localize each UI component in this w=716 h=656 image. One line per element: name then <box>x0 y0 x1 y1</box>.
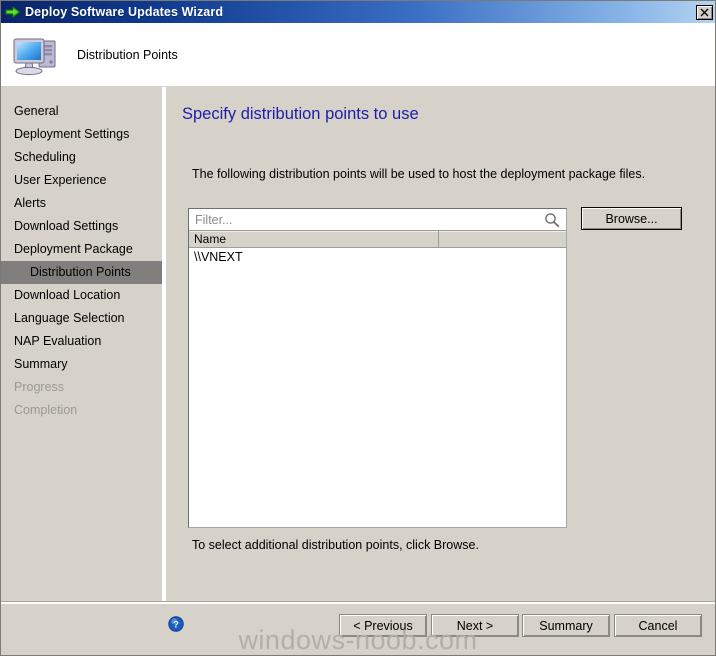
summary-button[interactable]: Summary <box>522 614 610 637</box>
filter-input[interactable] <box>189 209 543 230</box>
browse-hint-text: To select additional distribution points… <box>192 538 479 552</box>
table-header-row: Name <box>189 231 566 248</box>
green-arrow-icon <box>5 5 21 19</box>
computer-icon <box>11 33 59 77</box>
sidebar-item-progress: Progress <box>14 380 65 394</box>
table-row[interactable]: \\VNEXT <box>189 248 566 266</box>
table-body: \\VNEXT <box>189 248 566 527</box>
sidebar-item-alerts[interactable]: Alerts <box>1 192 162 215</box>
distribution-points-list: Name \\VNEXT <box>188 208 567 528</box>
header-title: Distribution Points <box>77 47 178 62</box>
sidebar-item-distribution-points[interactable]: Distribution Points <box>1 261 162 284</box>
content-panel: Specify distribution points to use The f… <box>166 87 715 601</box>
filter-row <box>189 209 566 231</box>
sidebar-item-download-settings[interactable]: Download Settings <box>1 215 162 238</box>
sidebar-item-completion: Completion <box>14 403 78 417</box>
svg-text:?: ? <box>173 620 179 631</box>
sidebar-item-scheduling[interactable]: Scheduling <box>1 146 162 169</box>
sidebar-item-general[interactable]: General <box>1 100 162 123</box>
wizard-window: Deploy Software Updates Wizard Distribut… <box>0 0 716 656</box>
column-header-blank[interactable] <box>439 231 566 247</box>
sidebar-item-nap-evaluation[interactable]: NAP Evaluation <box>1 330 162 353</box>
close-icon[interactable] <box>696 4 713 20</box>
wizard-step-list: General Deployment Settings Scheduling U… <box>1 87 162 601</box>
title-bar: Deploy Software Updates Wizard <box>1 1 715 23</box>
sidebar-item-download-location[interactable]: Download Location <box>1 284 162 307</box>
search-icon[interactable] <box>543 212 561 228</box>
sidebar-item-deployment-package[interactable]: Deployment Package <box>1 238 162 261</box>
window-title: Deploy Software Updates Wizard <box>25 5 224 19</box>
page-title: Specify distribution points to use <box>182 105 419 123</box>
sidebar-item-user-experience[interactable]: User Experience <box>1 169 162 192</box>
sidebar-item-deployment-settings[interactable]: Deployment Settings <box>1 123 162 146</box>
next-button[interactable]: Next > <box>431 614 519 637</box>
column-header-name[interactable]: Name <box>189 231 439 247</box>
wizard-header: Distribution Points <box>1 23 715 86</box>
cancel-button[interactable]: Cancel <box>614 614 702 637</box>
previous-button[interactable]: < Previous <box>339 614 427 637</box>
sidebar-item-summary[interactable]: Summary <box>1 353 162 376</box>
intro-text: The following distribution points will b… <box>192 167 646 181</box>
sidebar-item-language-selection[interactable]: Language Selection <box>1 307 162 330</box>
help-question-icon[interactable]: ? <box>168 616 184 632</box>
browse-button[interactable]: Browse... <box>581 207 682 230</box>
